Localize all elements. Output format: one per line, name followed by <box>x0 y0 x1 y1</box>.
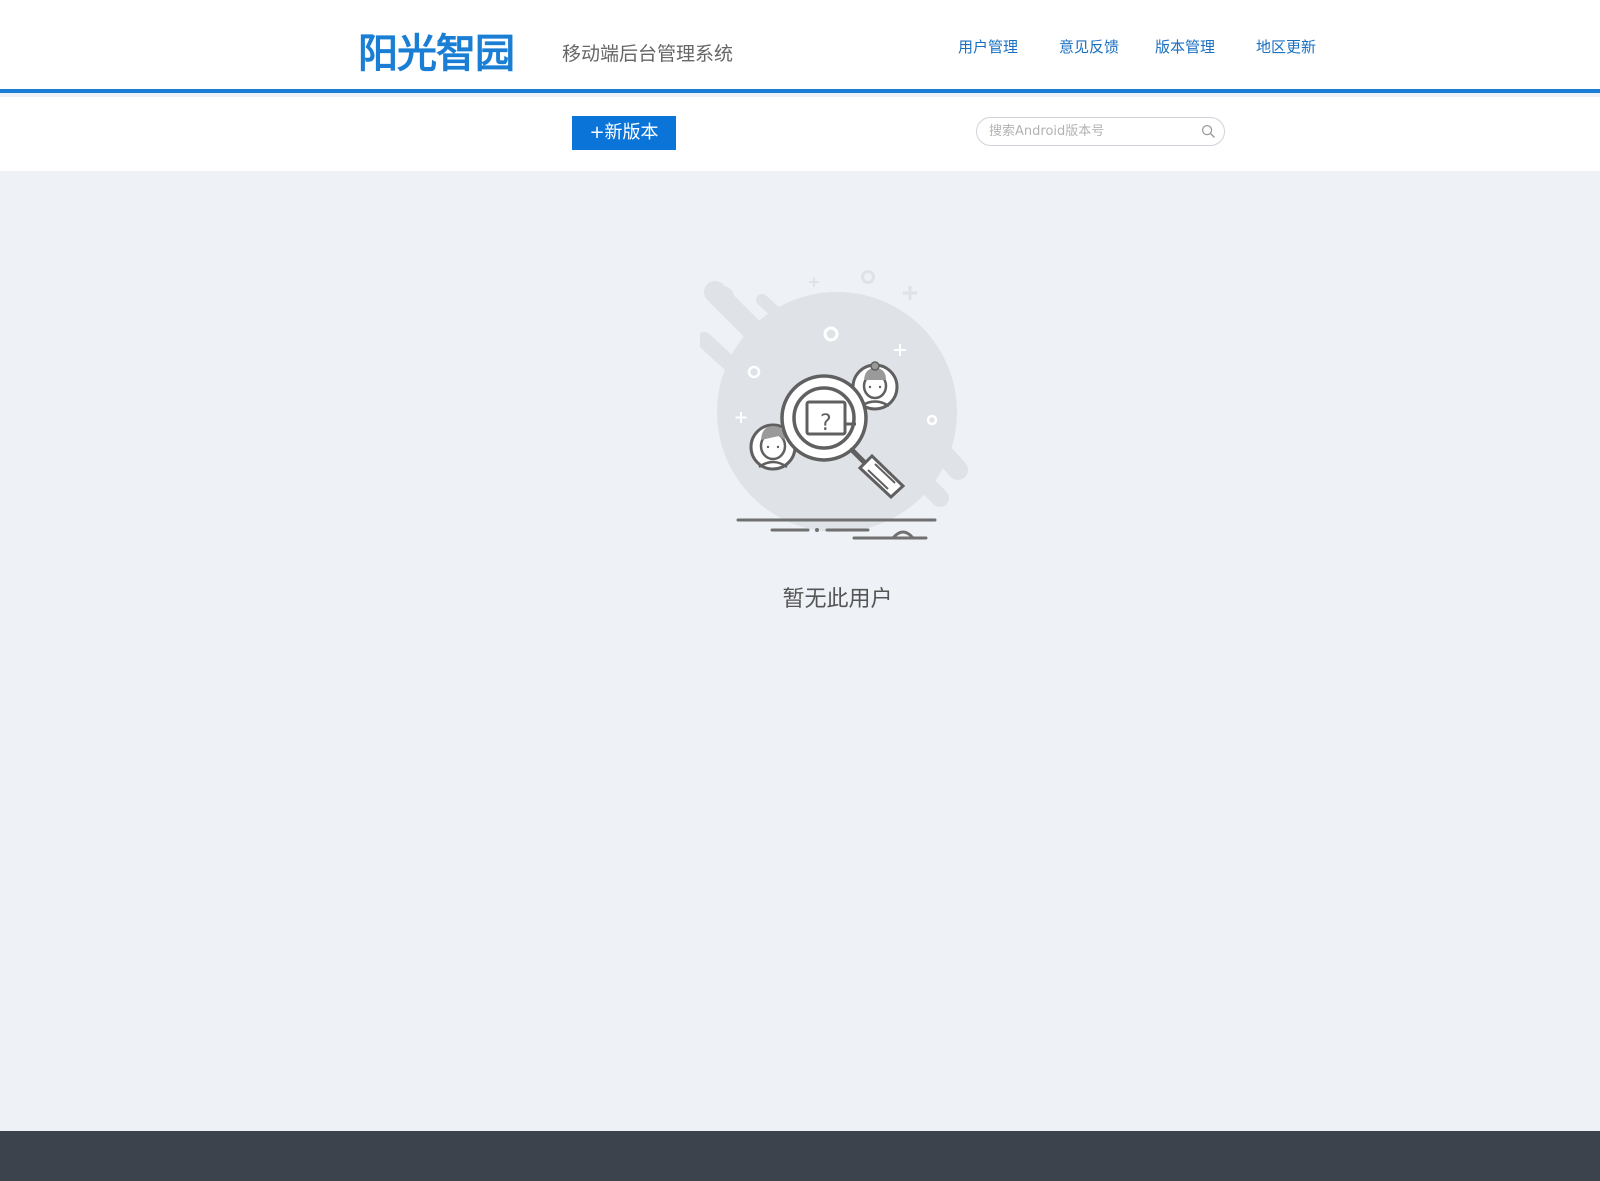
logo[interactable]: 阳光智园 <box>358 30 515 78</box>
nav-region-update[interactable]: 地区更新 <box>1256 35 1316 59</box>
new-version-button[interactable]: +新版本 <box>572 116 676 150</box>
empty-state-illustration: ? <box>700 270 968 540</box>
nav-version-management[interactable]: 版本管理 <box>1155 35 1215 59</box>
top-header: 阳光智园 移动端后台管理系统 用户管理 意见反馈 版本管理 地区更新 <box>0 0 1600 93</box>
toolbar: +新版本 <box>0 97 1600 171</box>
nav-feedback[interactable]: 意见反馈 <box>1059 35 1119 59</box>
system-subtitle: 移动端后台管理系统 <box>562 43 734 65</box>
footer-bar <box>0 1131 1600 1181</box>
search-icon[interactable] <box>1201 124 1216 139</box>
svg-text:?: ? <box>820 411 832 436</box>
nav-user-management[interactable]: 用户管理 <box>958 35 1018 59</box>
search-box[interactable] <box>976 117 1225 146</box>
empty-state-message: 暂无此用户 <box>782 587 893 612</box>
search-input[interactable] <box>989 121 1189 142</box>
